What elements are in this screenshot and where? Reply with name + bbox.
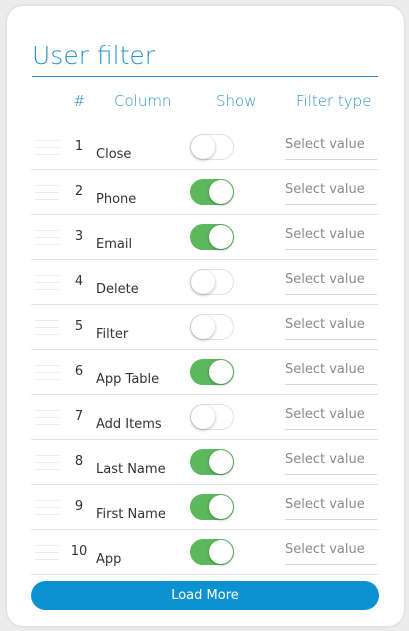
header-show: Show — [216, 92, 257, 110]
filter-rows: 1 Close Select value 2 Phone Select valu… — [7, 125, 404, 575]
row-number: 10 — [70, 544, 88, 559]
show-toggle[interactable] — [190, 224, 234, 250]
column-name: Email — [96, 237, 133, 252]
column-name: App — [96, 552, 122, 567]
show-toggle[interactable] — [190, 134, 234, 160]
show-toggle[interactable] — [190, 494, 234, 520]
toggle-knob — [209, 495, 233, 519]
filter-type-select[interactable]: Select value — [285, 272, 377, 295]
drag-handle-icon[interactable] — [35, 225, 59, 249]
column-name: First Name — [96, 507, 166, 522]
toggle-knob — [191, 270, 215, 294]
drag-handle-icon[interactable] — [35, 135, 59, 159]
filter-type-select[interactable]: Select value — [285, 227, 377, 250]
filter-type-select[interactable]: Select value — [285, 497, 377, 520]
filter-type-select[interactable]: Select value — [285, 452, 377, 475]
header-filter-type: Filter type — [296, 92, 372, 110]
row-number: 4 — [74, 274, 84, 289]
show-toggle[interactable] — [190, 449, 234, 475]
row-number: 3 — [74, 229, 84, 244]
row-divider — [31, 574, 378, 575]
header-column: Column — [114, 92, 172, 110]
column-name: Add Items — [96, 417, 162, 432]
table-row: 4 Delete Select value — [7, 260, 404, 305]
row-number: 7 — [74, 409, 84, 424]
toggle-knob — [209, 180, 233, 204]
column-name: Last Name — [96, 462, 166, 477]
filter-type-select[interactable]: Select value — [285, 542, 377, 565]
filter-type-select[interactable]: Select value — [285, 317, 377, 340]
row-number: 6 — [74, 364, 84, 379]
user-filter-card: User filter # Column Show Filter type 1 … — [7, 6, 404, 626]
column-name: App Table — [96, 372, 160, 387]
table-row: 3 Email Select value — [7, 215, 404, 260]
show-toggle[interactable] — [190, 539, 234, 565]
show-toggle[interactable] — [190, 269, 234, 295]
drag-handle-icon[interactable] — [35, 315, 59, 339]
drag-handle-icon[interactable] — [35, 360, 59, 384]
table-row: 7 Add Items Select value — [7, 395, 404, 440]
filter-type-select[interactable]: Select value — [285, 137, 377, 160]
row-number: 9 — [74, 499, 84, 514]
show-toggle[interactable] — [190, 359, 234, 385]
toggle-knob — [209, 450, 233, 474]
toggle-knob — [209, 225, 233, 249]
toggle-knob — [209, 540, 233, 564]
load-more-button[interactable]: Load More — [31, 581, 379, 610]
table-header: # Column Show Filter type — [7, 92, 404, 114]
table-row: 10 App Select value — [7, 530, 404, 575]
drag-handle-icon[interactable] — [35, 405, 59, 429]
table-row: 9 First Name Select value — [7, 485, 404, 530]
drag-handle-icon[interactable] — [35, 450, 59, 474]
drag-handle-icon[interactable] — [35, 540, 59, 564]
row-number: 8 — [74, 454, 84, 469]
table-row: 6 App Table Select value — [7, 350, 404, 395]
show-toggle[interactable] — [190, 314, 234, 340]
table-row: 5 Filter Select value — [7, 305, 404, 350]
table-row: 2 Phone Select value — [7, 170, 404, 215]
drag-handle-icon[interactable] — [35, 270, 59, 294]
show-toggle[interactable] — [190, 404, 234, 430]
drag-handle-icon[interactable] — [35, 495, 59, 519]
toggle-knob — [191, 135, 215, 159]
row-number: 1 — [74, 139, 84, 154]
header-num: # — [73, 92, 86, 110]
show-toggle[interactable] — [190, 179, 234, 205]
toggle-knob — [191, 315, 215, 339]
column-name: Close — [96, 147, 132, 162]
column-name: Phone — [96, 192, 137, 207]
drag-handle-icon[interactable] — [35, 180, 59, 204]
filter-type-select[interactable]: Select value — [285, 182, 377, 205]
toggle-knob — [191, 405, 215, 429]
row-number: 2 — [74, 184, 84, 199]
column-name: Delete — [96, 282, 139, 297]
row-number: 5 — [74, 319, 84, 334]
table-row: 8 Last Name Select value — [7, 440, 404, 485]
toggle-knob — [209, 360, 233, 384]
filter-type-select[interactable]: Select value — [285, 407, 377, 430]
table-row: 1 Close Select value — [7, 125, 404, 170]
page-title: User filter — [32, 40, 378, 77]
column-name: Filter — [96, 327, 129, 342]
filter-type-select[interactable]: Select value — [285, 362, 377, 385]
